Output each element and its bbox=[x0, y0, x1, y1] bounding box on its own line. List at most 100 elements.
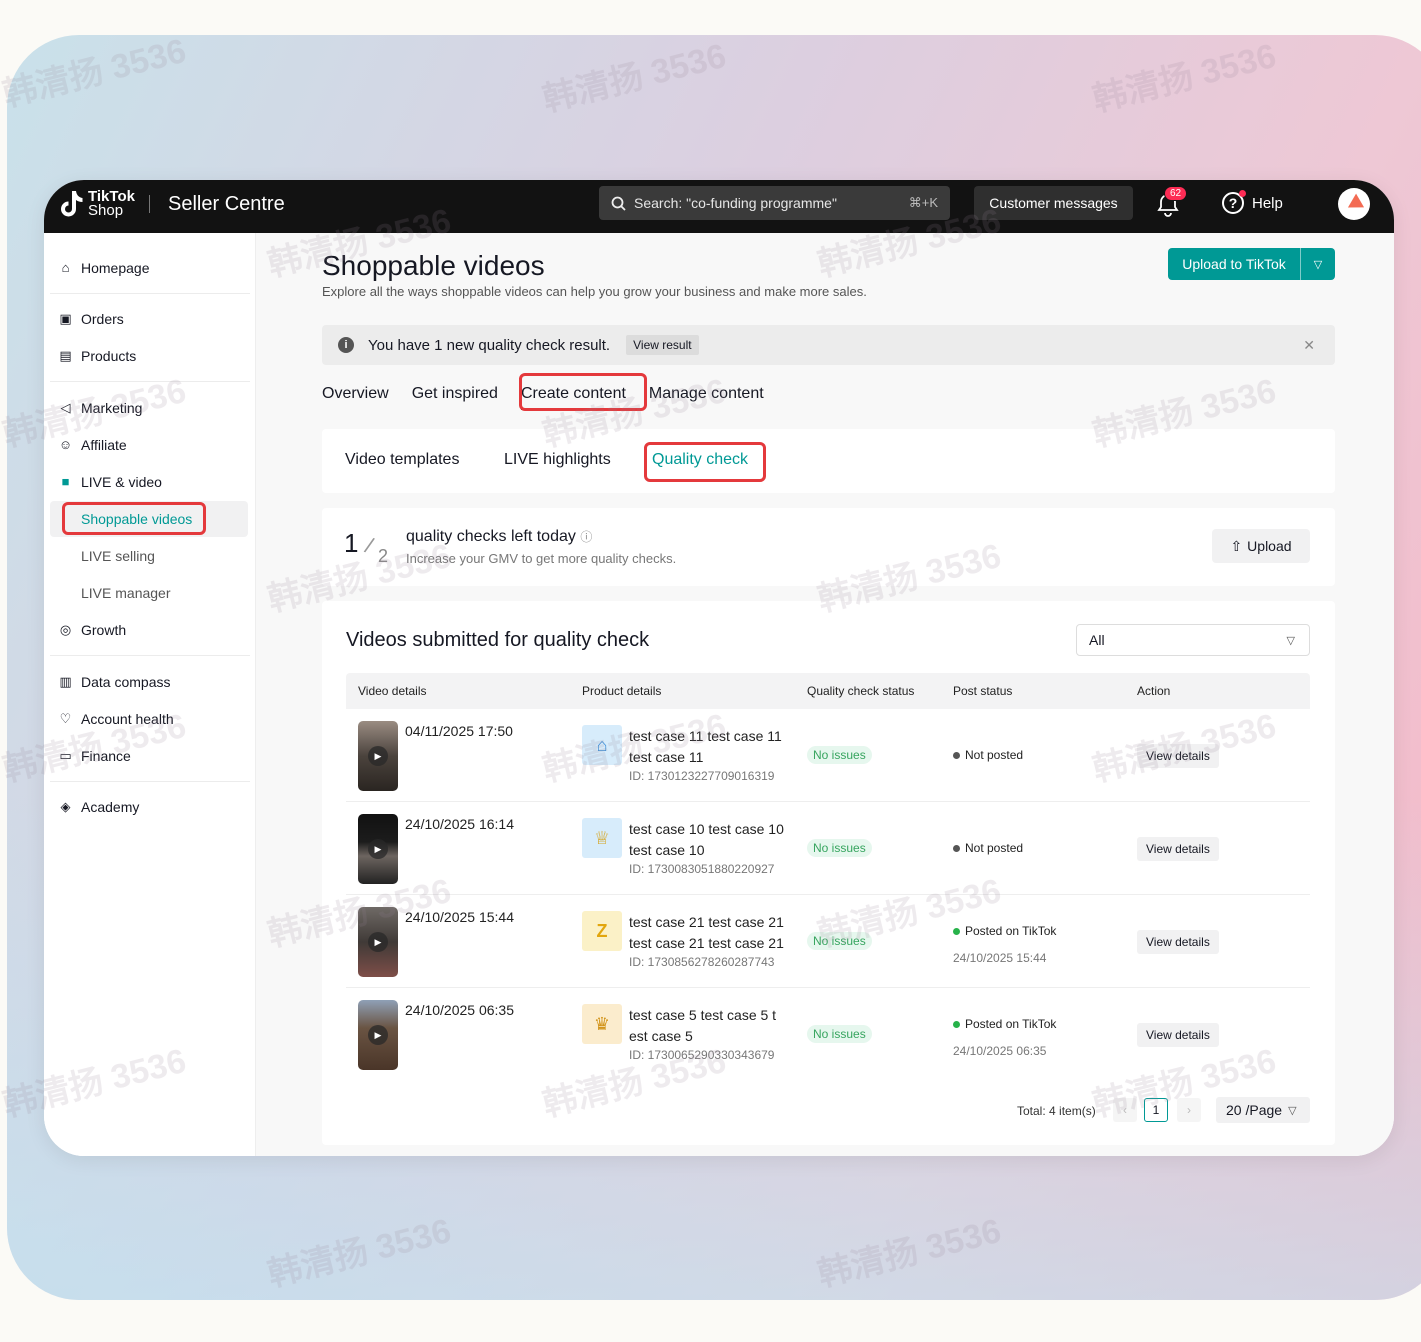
status-dot bbox=[953, 751, 960, 759]
video-thumbnail[interactable]: ▶ bbox=[358, 814, 398, 884]
page-subtitle: Explore all the ways shoppable videos ca… bbox=[322, 284, 867, 299]
sidebar-item-live-manager[interactable]: LIVE manager bbox=[81, 585, 171, 601]
video-thumbnail[interactable]: ▶ bbox=[358, 721, 398, 791]
tab-manage-content[interactable]: Manage content bbox=[649, 385, 764, 403]
logo-divider bbox=[149, 195, 150, 213]
upload-button-label: Upload to TikTok bbox=[1168, 248, 1301, 280]
help-button[interactable]: ? Help bbox=[1222, 190, 1283, 214]
sidebar-item-orders[interactable]: ▣ Orders bbox=[57, 310, 124, 327]
sidebar-item-affiliate[interactable]: ☺ Affiliate bbox=[57, 436, 127, 453]
status-badge: No issues bbox=[807, 932, 872, 950]
chevron-left-icon[interactable]: ‹ bbox=[1113, 1098, 1137, 1122]
product-id: ID: 1730065290330343679 bbox=[629, 1048, 775, 1062]
wallet-icon: ▭ bbox=[59, 747, 72, 763]
sidebar-item-finance[interactable]: ▭ Finance bbox=[57, 747, 131, 764]
view-details-button[interactable]: View details bbox=[1137, 744, 1219, 768]
subtabs-card: Video templates LIVE highlights Quality … bbox=[322, 429, 1335, 493]
view-details-button[interactable]: View details bbox=[1137, 837, 1219, 861]
post-status: Posted on TikTok bbox=[953, 924, 1056, 938]
post-status: Posted on TikTok bbox=[953, 1017, 1056, 1031]
sidebar-item-live-video[interactable]: ■ LIVE & video bbox=[57, 473, 162, 490]
page-number-current[interactable]: 1 bbox=[1144, 1098, 1168, 1122]
chevron-down-icon[interactable]: ▽ bbox=[1301, 258, 1335, 271]
post-status-label: Posted on TikTok bbox=[965, 924, 1057, 938]
post-status: Not posted bbox=[953, 841, 1023, 855]
subtab-live-highlights[interactable]: LIVE highlights bbox=[504, 451, 611, 469]
sidebar-item-label: Orders bbox=[81, 310, 124, 327]
product-id: ID: 1730123227709016319 bbox=[629, 769, 775, 783]
people-icon: ☺ bbox=[58, 437, 73, 452]
notice-text: You have 1 new quality check result. bbox=[368, 336, 611, 354]
status-filter-select[interactable]: All ▽ bbox=[1076, 624, 1310, 656]
table-title: Videos submitted for quality check bbox=[346, 629, 650, 651]
chevron-down-icon: ▽ bbox=[1286, 634, 1295, 647]
sidebar-item-account-health[interactable]: ♡ Account health bbox=[57, 710, 174, 727]
video-camera-icon: ■ bbox=[61, 474, 70, 489]
question-icon[interactable]: ⓘ bbox=[580, 530, 592, 544]
subtab-video-templates[interactable]: Video templates bbox=[345, 451, 459, 469]
chevron-right-icon[interactable]: › bbox=[1177, 1098, 1201, 1122]
medal-icon: ◎ bbox=[59, 621, 72, 637]
page-size-select[interactable]: 20 /Page ▽ bbox=[1216, 1097, 1310, 1123]
sidebar-item-label: Data compass bbox=[81, 673, 171, 690]
house-icon: ⌂ bbox=[582, 725, 622, 765]
sidebar-item-products[interactable]: ▤ Products bbox=[57, 347, 136, 364]
video-date: 04/11/2025 17:50 bbox=[405, 723, 513, 739]
tiktok-shop-logo[interactable]: TikTok Shop bbox=[58, 189, 135, 219]
avatar[interactable] bbox=[1338, 188, 1370, 220]
sidebar-item-academy[interactable]: ◈ Academy bbox=[57, 798, 140, 815]
upload-label: Upload bbox=[1247, 538, 1292, 554]
view-result-button[interactable]: View result bbox=[626, 335, 699, 355]
view-details-button[interactable]: View details bbox=[1137, 1023, 1219, 1047]
sidebar-item-live-selling[interactable]: LIVE selling bbox=[81, 548, 155, 564]
product-name: test case 10 test case 10 test case 10 bbox=[629, 821, 784, 858]
main-tabs: Overview Get inspired Create content Man… bbox=[322, 385, 787, 410]
filter-value: All bbox=[1089, 632, 1105, 648]
video-thumbnail[interactable]: ▶ bbox=[358, 907, 398, 977]
sidebar-divider bbox=[50, 293, 250, 294]
top-bar: TikTok Shop Seller Centre Search: "co-fu… bbox=[44, 180, 1394, 233]
sidebar-item-label: Finance bbox=[81, 747, 131, 764]
upload-to-tiktok-button[interactable]: Upload to TikTok ▽ bbox=[1168, 248, 1335, 280]
sidebar-item-homepage[interactable]: ⌂ Homepage bbox=[57, 259, 150, 276]
upload-button[interactable]: ⇧ Upload bbox=[1212, 529, 1310, 563]
tab-create-content[interactable]: Create content bbox=[520, 385, 626, 410]
medal-icon: ♕ bbox=[582, 818, 622, 858]
video-date: 24/10/2025 06:35 bbox=[405, 1002, 514, 1018]
sidebar-divider bbox=[50, 381, 250, 382]
table-row: ▶ 04/11/2025 17:50 ⌂ test case 11 test c… bbox=[346, 709, 1310, 802]
sidebar-item-data-compass[interactable]: ▥ Data compass bbox=[57, 673, 170, 690]
sidebar-item-growth[interactable]: ◎ Growth bbox=[57, 621, 126, 638]
notification-badge: 62 bbox=[1164, 186, 1188, 201]
page-size-label: 20 /Page bbox=[1226, 1102, 1283, 1118]
close-icon[interactable]: ✕ bbox=[1303, 337, 1315, 354]
post-status-label: Not posted bbox=[965, 748, 1024, 762]
tab-overview[interactable]: Overview bbox=[322, 385, 389, 403]
help-label: Help bbox=[1252, 194, 1283, 212]
page-title: Shoppable videos bbox=[322, 250, 545, 281]
z-letter-icon: Z bbox=[582, 911, 622, 951]
post-date: 24/10/2025 06:35 bbox=[953, 1044, 1047, 1058]
search-input[interactable]: Search: "co-funding programme" ⌘+K bbox=[599, 186, 950, 220]
main-content: Shoppable videos Explore all the ways sh… bbox=[256, 233, 1394, 1156]
trophy-icon: ♡ bbox=[59, 710, 72, 726]
post-status-label: Posted on TikTok bbox=[965, 1017, 1057, 1031]
quota-slash: / bbox=[362, 532, 377, 559]
sidebar-item-marketing[interactable]: ◁ Marketing bbox=[57, 399, 143, 416]
view-details-button[interactable]: View details bbox=[1137, 930, 1219, 954]
video-date: 24/10/2025 16:14 bbox=[405, 816, 514, 832]
home-icon: ⌂ bbox=[61, 260, 70, 275]
sidebar: ⌂ Homepage ▣ Orders ▤ Products ◁ Marketi… bbox=[44, 233, 256, 1156]
sidebar-item-shoppable-videos[interactable]: Shoppable videos bbox=[81, 511, 192, 527]
clipboard-icon: ▣ bbox=[59, 310, 72, 326]
tab-get-inspired[interactable]: Get inspired bbox=[412, 385, 498, 403]
info-icon: i bbox=[338, 337, 354, 353]
subtab-quality-check[interactable]: Quality check bbox=[652, 451, 748, 469]
sidebar-item-label: Products bbox=[81, 347, 137, 364]
search-placeholder: Search: "co-funding programme" bbox=[634, 195, 837, 211]
sidebar-item-label: Affiliate bbox=[81, 436, 127, 453]
sidebar-item-label: Homepage bbox=[81, 259, 150, 276]
video-thumbnail[interactable]: ▶ bbox=[358, 1000, 398, 1070]
product-name: test case 5 test case 5 t est case 5 bbox=[629, 1007, 777, 1044]
customer-messages-button[interactable]: Customer messages bbox=[974, 186, 1133, 220]
